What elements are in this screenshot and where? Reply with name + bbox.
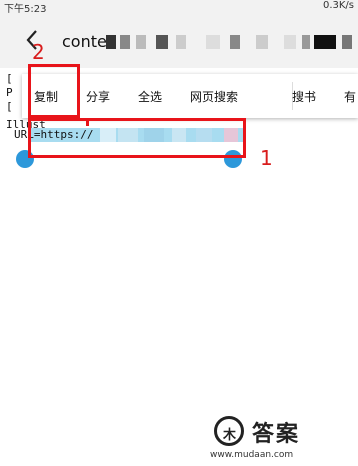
watermark-logo-icon: 木 xyxy=(214,416,244,446)
menu-item-more[interactable]: 有 xyxy=(344,88,356,105)
page-title: conte xyxy=(62,32,107,51)
annotation-label-1: 1 xyxy=(260,146,273,170)
watermark-url: www.mudaan.com xyxy=(210,450,294,460)
annotation-label-2: 2 xyxy=(32,40,45,64)
title-bar: conte xyxy=(0,14,358,68)
network-speed: 0.3K/s xyxy=(322,0,354,11)
annotation-box-copy xyxy=(28,64,80,118)
watermark-title: 答案 xyxy=(252,422,301,447)
menu-item-web-search[interactable]: 网页搜索 xyxy=(190,88,238,105)
annotation-box-top xyxy=(86,118,246,126)
watermark: 木 答案 www.mudaan.com xyxy=(158,412,358,466)
menu-item-share[interactable]: 分享 xyxy=(86,88,110,105)
status-time: 下午5:23 xyxy=(4,4,47,15)
menu-item-search-book[interactable]: 搜书 xyxy=(292,88,316,105)
menu-item-select-all[interactable]: 全选 xyxy=(138,88,162,105)
blurred-title-area xyxy=(106,35,356,49)
status-bar: 下午5:23 0.3K/s xyxy=(0,0,358,15)
